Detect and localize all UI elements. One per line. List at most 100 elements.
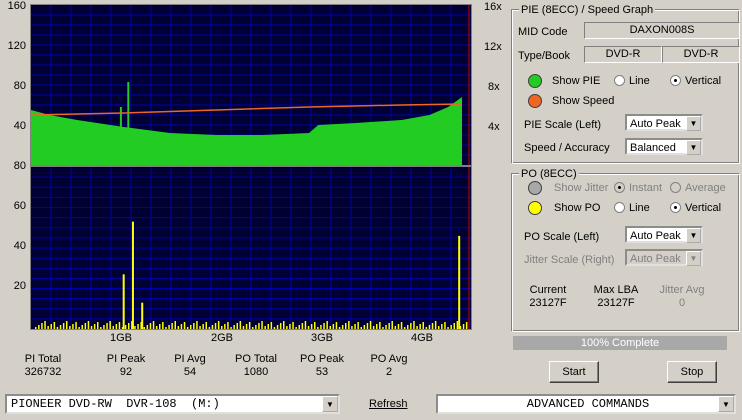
po-bar [128, 323, 130, 329]
chevron-down-icon: ▼ [686, 251, 701, 266]
mid-code-label: MID Code [518, 26, 568, 38]
po-bar [124, 325, 127, 329]
chevron-down-icon[interactable]: ▼ [322, 396, 338, 412]
advanced-commands-select[interactable]: ADVANCED COMMANDS ▼ [436, 394, 736, 414]
pie-color-swatch[interactable] [528, 74, 542, 88]
drive-select[interactable]: PIONEER DVD-RW DVR-108 (M:) ▼ [5, 394, 340, 414]
show-speed-label[interactable]: Show Speed [552, 95, 614, 107]
po-chart-svg [31, 167, 471, 329]
po-bar [279, 323, 282, 329]
po-bar [171, 323, 173, 329]
po-bar [267, 324, 269, 329]
po-bar [456, 321, 459, 329]
po-bar [434, 321, 437, 329]
po-color-swatch[interactable] [528, 201, 542, 215]
start-button[interactable]: Start [549, 361, 599, 383]
po-bar [298, 325, 300, 329]
po-bar [335, 322, 338, 329]
po-bar [202, 324, 204, 329]
pie-speed-chart [30, 4, 472, 166]
po-bar [441, 324, 443, 329]
po-bar [286, 326, 288, 329]
po-bar [462, 324, 465, 329]
po-bar [363, 325, 366, 329]
po-bar [295, 327, 297, 329]
po-bar [236, 323, 238, 329]
po-bar [81, 325, 83, 329]
x-tick-label: 3GB [311, 332, 334, 344]
po-bar [155, 326, 158, 329]
po-bar [211, 325, 214, 329]
top-y2-label: 4x [488, 121, 500, 133]
po-scale-select[interactable]: Auto Peak ▼ [625, 226, 703, 243]
chevron-down-icon[interactable]: ▼ [718, 396, 734, 412]
po-bar [397, 324, 400, 329]
show-jitter-label: Show Jitter [554, 182, 609, 194]
po-bar [143, 327, 145, 329]
po-bar [56, 327, 59, 329]
po-bar [372, 326, 375, 329]
po-bar [326, 321, 328, 329]
pie-vertical-radio[interactable] [670, 75, 681, 86]
chevron-down-icon[interactable]: ▼ [686, 116, 701, 131]
po-bar [205, 322, 207, 329]
po-bar [447, 327, 449, 329]
po-bar [112, 326, 114, 329]
speed-color-swatch[interactable] [528, 94, 542, 108]
po-bar [41, 323, 43, 329]
top-y-label: 120 [7, 40, 26, 52]
bottom-y-label: 40 [13, 240, 26, 252]
po-bar [410, 323, 412, 329]
pie-scale-label: PIE Scale (Left) [524, 119, 602, 131]
po-bar [304, 321, 307, 329]
po-bar [400, 322, 403, 329]
po-bar [413, 321, 415, 329]
po-bar [84, 323, 87, 329]
po-bar [245, 324, 248, 329]
jitter-average-label: Average [685, 182, 726, 194]
po-bar [233, 325, 235, 329]
po-line-radio[interactable] [614, 202, 625, 213]
po-bar [273, 327, 276, 329]
pie-line-radio[interactable] [614, 75, 625, 86]
po-bar [289, 324, 291, 329]
po-bar [59, 325, 62, 329]
po-bar [341, 325, 344, 329]
po-bar [72, 324, 74, 329]
show-pie-label[interactable]: Show PIE [552, 75, 600, 87]
po-bar [47, 326, 49, 329]
type-book-label: Type/Book [518, 50, 570, 62]
show-po-label[interactable]: Show PO [554, 202, 600, 214]
po-bar [360, 327, 362, 329]
po-bar [444, 322, 446, 329]
speed-line [30, 103, 463, 116]
stop-button[interactable]: Stop [667, 361, 717, 383]
po-bar [78, 327, 80, 329]
pie-scale-select[interactable]: Auto Peak ▼ [625, 114, 703, 131]
refresh-button[interactable]: Refresh [369, 398, 408, 410]
pie-group-title: PIE (8ECC) / Speed Graph [519, 4, 656, 16]
top-y-label: 160 [7, 0, 26, 12]
po-bar [50, 324, 52, 329]
type-field: DVD-R [584, 46, 662, 63]
po-bar [425, 327, 428, 329]
po-bar [276, 325, 279, 329]
chevron-down-icon[interactable]: ▼ [686, 140, 701, 155]
po-bar [87, 321, 90, 329]
po-bar [177, 326, 180, 329]
pie-area [31, 97, 462, 165]
po-bar [301, 323, 304, 329]
po-vertical-radio[interactable] [670, 202, 681, 213]
speed-accuracy-select[interactable]: Balanced ▼ [625, 138, 703, 155]
po-bar [292, 322, 294, 329]
po-bar [90, 326, 93, 329]
top-y2-label: 16x [484, 1, 502, 13]
po-bar [199, 326, 201, 329]
po-bar [230, 327, 232, 329]
po-bar [403, 327, 406, 329]
po-bar [431, 323, 434, 329]
po-bar [165, 327, 167, 329]
chevron-down-icon[interactable]: ▼ [686, 228, 701, 243]
po-bar [248, 322, 251, 329]
po-bar [118, 322, 121, 329]
